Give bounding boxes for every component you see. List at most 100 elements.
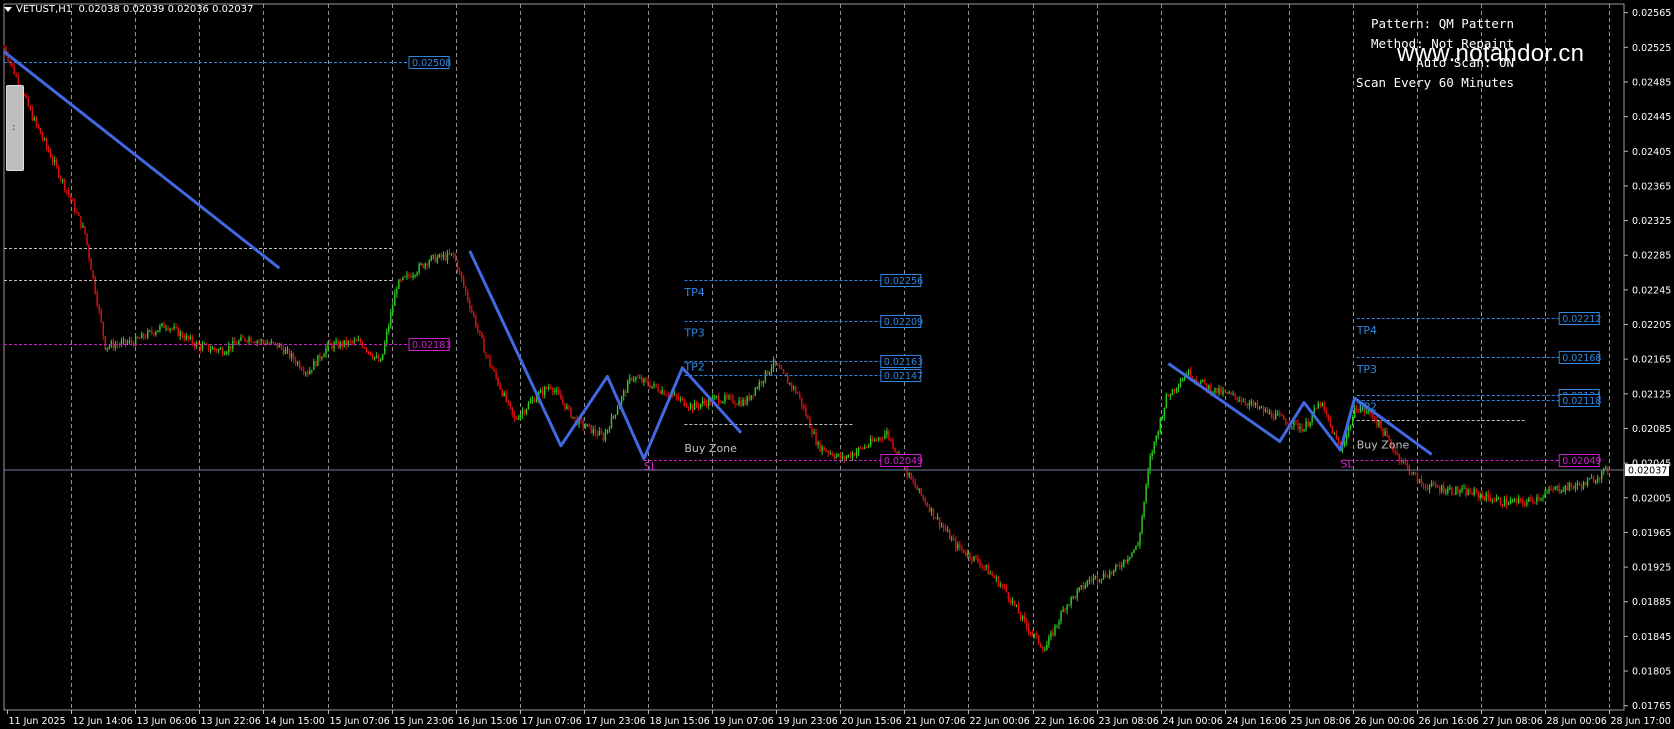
candle-body bbox=[155, 332, 157, 335]
candle-body bbox=[475, 316, 477, 327]
candle-body bbox=[1135, 545, 1137, 550]
candle-body bbox=[177, 327, 179, 337]
candle-body bbox=[86, 233, 88, 245]
y-tick-label: 0.01965 bbox=[1632, 528, 1671, 539]
candle-body bbox=[270, 341, 273, 344]
candle-body bbox=[1044, 650, 1046, 652]
candle-body bbox=[1424, 485, 1427, 489]
candle-body bbox=[724, 395, 726, 402]
candle-body bbox=[809, 418, 811, 429]
candle-body bbox=[373, 356, 376, 359]
candle-body bbox=[1309, 422, 1311, 427]
candle-body bbox=[882, 438, 884, 440]
candle-body bbox=[1074, 596, 1076, 598]
candle-body bbox=[213, 347, 216, 350]
candle-body bbox=[649, 385, 651, 388]
candle-body bbox=[827, 451, 829, 454]
candle-body bbox=[74, 200, 76, 213]
candle-body bbox=[647, 380, 649, 386]
candle-body bbox=[657, 386, 659, 392]
candle-body bbox=[57, 166, 60, 177]
candle-body bbox=[503, 392, 505, 396]
candle-body bbox=[1333, 433, 1336, 435]
candle-body bbox=[298, 362, 301, 369]
candle-body bbox=[1459, 491, 1461, 493]
candle-body bbox=[1552, 489, 1554, 491]
candle-body bbox=[948, 530, 951, 540]
candle-body bbox=[33, 117, 36, 121]
candle-body bbox=[130, 340, 133, 343]
x-tick-label: 19 Jun 23:06 bbox=[778, 716, 838, 727]
pattern-annotation: Buy Zone bbox=[1357, 438, 1410, 451]
candle-body bbox=[1560, 491, 1562, 493]
candle-body bbox=[1285, 419, 1287, 424]
candle-body bbox=[782, 369, 785, 374]
candle-body bbox=[1572, 486, 1575, 489]
x-tick-label: 14 Jun 15:00 bbox=[265, 716, 325, 727]
candle-body bbox=[359, 339, 362, 343]
candle-body bbox=[967, 552, 969, 556]
candle-body bbox=[70, 194, 72, 200]
candle-body bbox=[408, 274, 410, 277]
candle-body bbox=[539, 390, 542, 393]
candle-body bbox=[1513, 499, 1516, 501]
qm-pattern-line bbox=[3, 50, 281, 270]
candle-body bbox=[584, 426, 586, 428]
candle-body bbox=[1117, 565, 1119, 567]
candle-body bbox=[697, 405, 700, 408]
candle-body bbox=[43, 138, 46, 140]
candle-body bbox=[1064, 609, 1066, 611]
candle-body bbox=[1224, 390, 1226, 392]
candle-body bbox=[602, 433, 605, 441]
candle-body bbox=[440, 254, 443, 258]
candle-body bbox=[138, 338, 141, 340]
candle-body bbox=[402, 277, 404, 280]
candle-body bbox=[161, 323, 163, 326]
candle-body bbox=[1590, 477, 1593, 479]
candle-body bbox=[1121, 566, 1123, 568]
candle-body bbox=[452, 253, 455, 255]
candle-body bbox=[315, 361, 317, 366]
candle-body bbox=[930, 508, 933, 512]
candle-body bbox=[754, 388, 756, 396]
ohlc-open: 0.02038 bbox=[78, 4, 120, 15]
candle-body bbox=[1090, 580, 1093, 582]
candle-body bbox=[776, 364, 779, 366]
candle-body bbox=[687, 407, 690, 409]
candle-body bbox=[533, 399, 536, 403]
candle-body bbox=[590, 424, 592, 434]
candle-body bbox=[424, 263, 426, 268]
candle-body bbox=[1594, 481, 1597, 483]
candle-body bbox=[363, 346, 366, 349]
candle-body bbox=[509, 401, 511, 408]
price-chart[interactable]: 11 Jun 2025 12 Jun 14:06 13 Jun 06:06 13 Ju… bbox=[0, 0, 1674, 729]
candle-body bbox=[254, 342, 256, 344]
candle-body bbox=[128, 340, 131, 343]
candle-body bbox=[351, 341, 354, 343]
candle-body bbox=[1439, 487, 1441, 492]
candle-body bbox=[1021, 616, 1024, 619]
candle-body bbox=[766, 370, 769, 375]
x-tick-label: 26 Jun 16:06 bbox=[1419, 716, 1479, 727]
candle-body bbox=[963, 549, 965, 554]
y-tick-label: 0.01885 bbox=[1632, 597, 1671, 608]
candle-body bbox=[388, 325, 390, 332]
candle-body bbox=[981, 565, 983, 567]
x-tick-label: 13 Jun 06:06 bbox=[137, 716, 197, 727]
level-price-label: 0.02508 bbox=[412, 58, 451, 69]
candle-body bbox=[1550, 488, 1552, 490]
collapse-triangle-icon[interactable] bbox=[4, 6, 12, 12]
candle-body bbox=[843, 456, 846, 459]
candle-body bbox=[780, 368, 783, 370]
candle-body bbox=[31, 109, 34, 121]
candle-body bbox=[473, 312, 475, 317]
y-tick-label: 0.01845 bbox=[1632, 632, 1671, 643]
indicator-panel-handle[interactable]: : bbox=[6, 85, 24, 171]
candle-body bbox=[102, 321, 104, 337]
candle-body bbox=[720, 402, 722, 404]
candle-body bbox=[1145, 484, 1147, 502]
candle-body bbox=[1112, 569, 1115, 574]
candle-body bbox=[392, 305, 394, 313]
candle-body bbox=[181, 332, 183, 338]
candle-body bbox=[1374, 417, 1376, 421]
